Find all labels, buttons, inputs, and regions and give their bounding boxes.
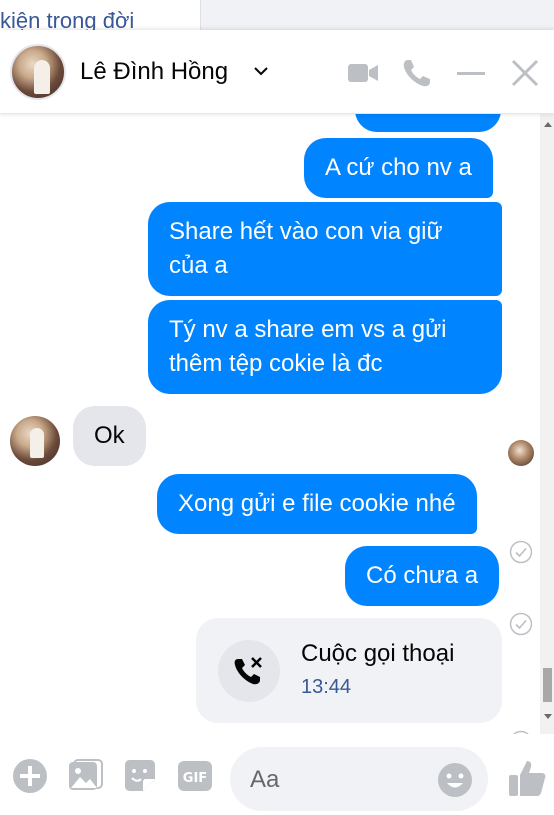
scroll-up-arrow-icon[interactable]: [544, 122, 552, 127]
message-bubble-outgoing[interactable]: A cứ cho nv a: [304, 138, 493, 198]
message-text: Share hết vào con via giữ: [169, 218, 443, 245]
plus-icon[interactable]: [11, 757, 49, 795]
like-icon[interactable]: [506, 757, 548, 799]
message-bubble-outgoing[interactable]: Tý nv a share em vs a gửi thêm tệp cokie…: [148, 300, 502, 394]
message-bubble-incoming[interactable]: Ok: [73, 406, 146, 466]
message-input-placeholder: Aa: [250, 766, 280, 793]
message-bubble-outgoing[interactable]: Có chưa a: [345, 546, 500, 606]
message-text: thêm tệp cokie là đc: [169, 350, 383, 377]
seen-avatar: [508, 440, 534, 466]
contact-name[interactable]: Lê Đình Hồng: [80, 58, 228, 86]
contact-avatar-small[interactable]: [10, 416, 60, 466]
sticker-icon[interactable]: [121, 757, 159, 795]
composer: GIF Aa: [0, 735, 554, 815]
message-text: Xong gửi e file cookie nhé: [178, 490, 456, 517]
call-title: Cuộc gọi thoại: [301, 640, 455, 667]
message-text: Tý nv a share em vs a gửi: [169, 316, 447, 343]
gif-icon[interactable]: GIF: [176, 757, 214, 795]
message-bubble-outgoing[interactable]: [355, 114, 501, 132]
message-text: Ok: [94, 422, 125, 449]
seen-check-icon: [513, 730, 529, 734]
message-list: A cứ cho nv a Share hết vào con via giữ …: [0, 114, 540, 734]
message-bubble-outgoing[interactable]: Share hết vào con via giữ của a: [148, 202, 502, 296]
photo-icon[interactable]: [66, 757, 104, 795]
message-text: A cứ cho nv a: [325, 154, 472, 181]
call-icon-circle: [218, 640, 280, 702]
seen-check-icon: [509, 540, 533, 564]
phone-icon[interactable]: [400, 56, 434, 90]
minimize-icon[interactable]: [454, 56, 488, 90]
seen-check-icon: [509, 612, 533, 636]
call-time: 13:44: [301, 676, 352, 698]
video-call-icon[interactable]: [346, 56, 380, 90]
svg-text:GIF: GIF: [183, 771, 207, 786]
scrollbar-track[interactable]: [540, 114, 554, 734]
close-icon[interactable]: [508, 56, 542, 90]
contact-avatar[interactable]: [10, 44, 66, 100]
call-card[interactable]: Cuộc gọi thoại 13:44: [196, 618, 502, 723]
scrollbar-thumb[interactable]: [543, 668, 552, 702]
chat-window: Lê Đình Hồng A cứ cho nv a Share hết vào…: [0, 30, 554, 815]
missed-call-icon: [234, 657, 262, 685]
message-bubble-outgoing[interactable]: Xong gửi e file cookie nhé: [157, 474, 477, 534]
scroll-down-arrow-icon[interactable]: [544, 714, 552, 719]
message-input[interactable]: Aa: [230, 747, 488, 811]
message-text: của a: [169, 252, 228, 279]
message-text: Có chưa a: [366, 562, 479, 589]
emoji-icon[interactable]: [436, 761, 474, 799]
chevron-down-icon[interactable]: [252, 62, 270, 80]
chat-header: Lê Đình Hồng: [0, 30, 554, 114]
